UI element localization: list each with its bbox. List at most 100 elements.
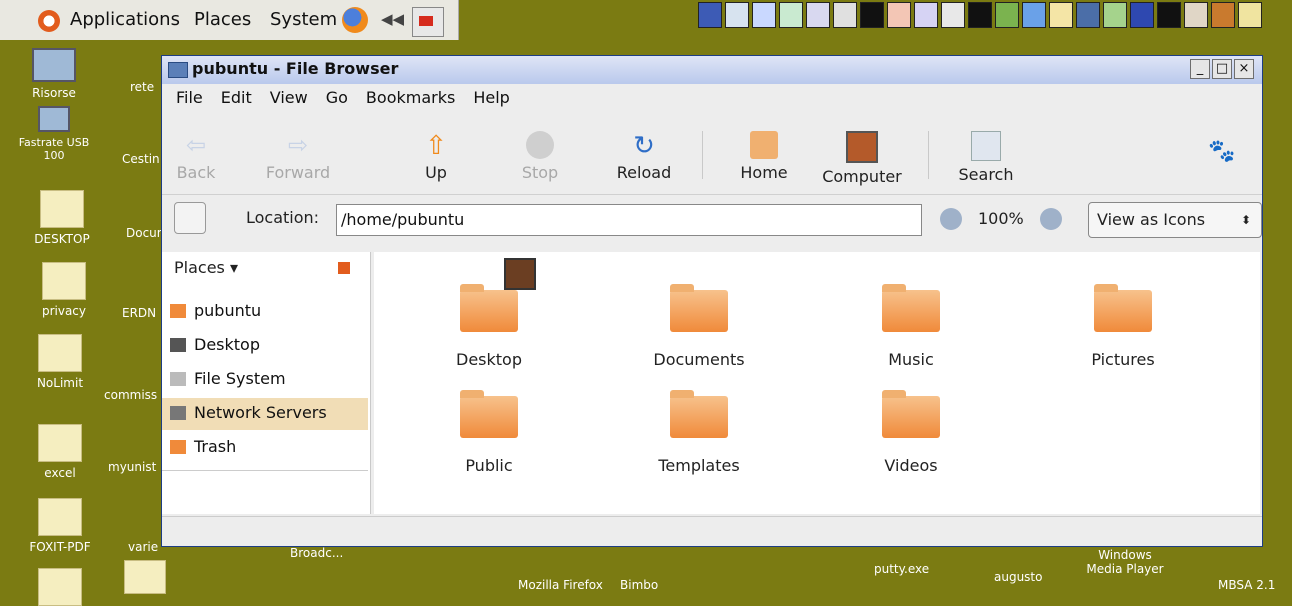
up-arrow-icon: ⇧ [425,131,447,161]
home-button[interactable]: Home [724,123,804,182]
tray-word-icon[interactable] [752,2,776,28]
sidebar-item-network-servers[interactable]: Network Servers [162,398,368,430]
window-title: pubuntu - File Browser [192,59,399,78]
tray-app-icon[interactable] [1211,2,1235,28]
desktop-label-firefox[interactable]: Mozilla Firefox [518,578,603,592]
firefox-launcher-icon[interactable] [342,7,368,33]
stop-button[interactable]: Stop [500,123,580,182]
desktop-label-bimbo[interactable]: Bimbo [620,578,658,592]
folder-icon [38,568,82,606]
desktop-icon [170,338,186,352]
sidebar-item-desktop[interactable]: Desktop [162,330,368,362]
file-item-templates[interactable]: Templates [624,390,774,475]
desktop-icon-fastrate[interactable]: Fastrate USB 100 [14,106,94,162]
desktop-label-varie[interactable]: varie [128,540,158,554]
edit-location-toggle[interactable] [174,202,206,234]
menu-file[interactable]: File [176,88,203,107]
zoom-out-icon[interactable] [940,208,962,230]
folder-icon[interactable] [124,560,166,594]
desktop-label-broadc[interactable]: Broadc... [290,546,343,560]
home-icon [170,304,186,318]
ubuntu-logo-icon[interactable] [38,10,60,32]
stop-icon [526,131,554,159]
desktop-label-erdn[interactable]: ERDN [122,306,156,320]
computer-button[interactable]: Computer [822,123,902,186]
menu-edit[interactable]: Edit [221,88,252,107]
tray-app-icon[interactable] [941,2,965,28]
system-menu[interactable]: System [270,9,337,30]
desktop-icon-folder[interactable] [20,568,100,606]
close-button[interactable]: × [1234,59,1254,79]
up-button[interactable]: ⇧ Up [396,123,476,182]
desktop-icon-risorse[interactable]: Risorse [14,48,94,100]
title-bar[interactable]: pubuntu - File Browser _ □ × [162,56,1262,84]
sidebar-item-filesystem[interactable]: File System [162,364,368,396]
tray-app-icon[interactable] [914,2,938,28]
file-item-public[interactable]: Public [414,390,564,475]
tray-app-icon[interactable] [995,2,1019,28]
file-item-pictures[interactable]: Pictures [1048,284,1198,369]
menu-bookmarks[interactable]: Bookmarks [366,88,455,107]
tray-app-icon[interactable] [1184,2,1208,28]
tray-separator-icon [1157,2,1181,28]
computer-icon [32,48,76,82]
folder-icon [670,284,728,332]
location-label: Location: [246,208,320,227]
top-panel: Applications Places System ◀◀ [0,0,459,40]
menu-go[interactable]: Go [326,88,348,107]
logout-icon[interactable] [412,7,444,37]
tray-app-icon[interactable] [887,2,911,28]
places-dropdown[interactable]: Places ▾ [174,258,238,277]
places-menu[interactable]: Places [194,9,251,30]
desktop-label-rete[interactable]: rete [130,80,154,94]
tray-app-icon[interactable] [725,2,749,28]
desktop-icon-excel[interactable]: excel [20,424,100,480]
tray-app-icon[interactable] [833,2,857,28]
file-item-desktop[interactable]: Desktop [414,284,564,369]
close-sidebar-icon[interactable] [338,262,350,274]
volume-icon[interactable]: ◀◀ [381,10,407,30]
desktop-label-mbsa[interactable]: MBSA 2.1 [1218,578,1275,592]
file-item-videos[interactable]: Videos [836,390,986,475]
maximize-button[interactable]: □ [1212,59,1232,79]
folder-icon [42,262,86,300]
zoom-in-icon[interactable] [1040,208,1062,230]
desktop-icon-foxit[interactable]: FOXIT-PDF [20,498,100,554]
forward-arrow-icon: ⇨ [287,131,309,159]
menu-help[interactable]: Help [473,88,509,107]
tray-app-icon[interactable] [1076,2,1100,28]
sidebar-item-trash[interactable]: Trash [162,432,368,464]
file-item-documents[interactable]: Documents [624,284,774,369]
location-input[interactable]: /home/pubuntu [336,204,922,236]
desktop-label-myunist[interactable]: myunist [108,460,156,474]
desktop-label-commiss[interactable]: commiss [104,388,157,402]
minimize-button[interactable]: _ [1190,59,1210,79]
desktop-label-putty[interactable]: putty.exe [874,562,929,576]
tray-app-icon[interactable] [1049,2,1073,28]
desktop-icon-privacy[interactable]: privacy [24,262,104,318]
desktop-label-augusto[interactable]: augusto [994,570,1042,584]
search-button[interactable]: Search [946,123,1026,184]
tray-app-icon[interactable] [1130,2,1154,28]
file-item-music[interactable]: Music [836,284,986,369]
desktop-icon-nolimit[interactable]: NoLimit [20,334,100,390]
forward-button[interactable]: ⇨ Forward [258,123,338,182]
menu-view[interactable]: View [270,88,308,107]
desktop-label-cestino[interactable]: Cestin [122,152,160,166]
reload-button[interactable]: ↻ Reload [604,123,684,182]
tray-app-icon[interactable] [698,2,722,28]
back-button[interactable]: ⇦ Back [156,123,236,182]
file-icon-view[interactable]: Desktop Documents Music Pictures Public … [374,252,1260,514]
file-browser-window: pubuntu - File Browser _ □ × File Edit V… [161,55,1263,547]
tray-excel-icon[interactable] [779,2,803,28]
tray-app-icon[interactable] [1022,2,1046,28]
folder-icon [882,390,940,438]
tray-app-icon[interactable] [1103,2,1127,28]
desktop-icon-desktop[interactable]: DESKTOP [22,190,102,246]
applications-menu[interactable]: Applications [70,9,180,30]
tray-app-icon[interactable] [806,2,830,28]
desktop-label-wmp[interactable]: Windows Media Player [1084,548,1166,576]
view-mode-select[interactable]: View as Icons ⬍ [1088,202,1262,238]
sidebar-item-pubuntu[interactable]: pubuntu [162,296,368,328]
tray-app-icon[interactable] [1238,2,1262,28]
